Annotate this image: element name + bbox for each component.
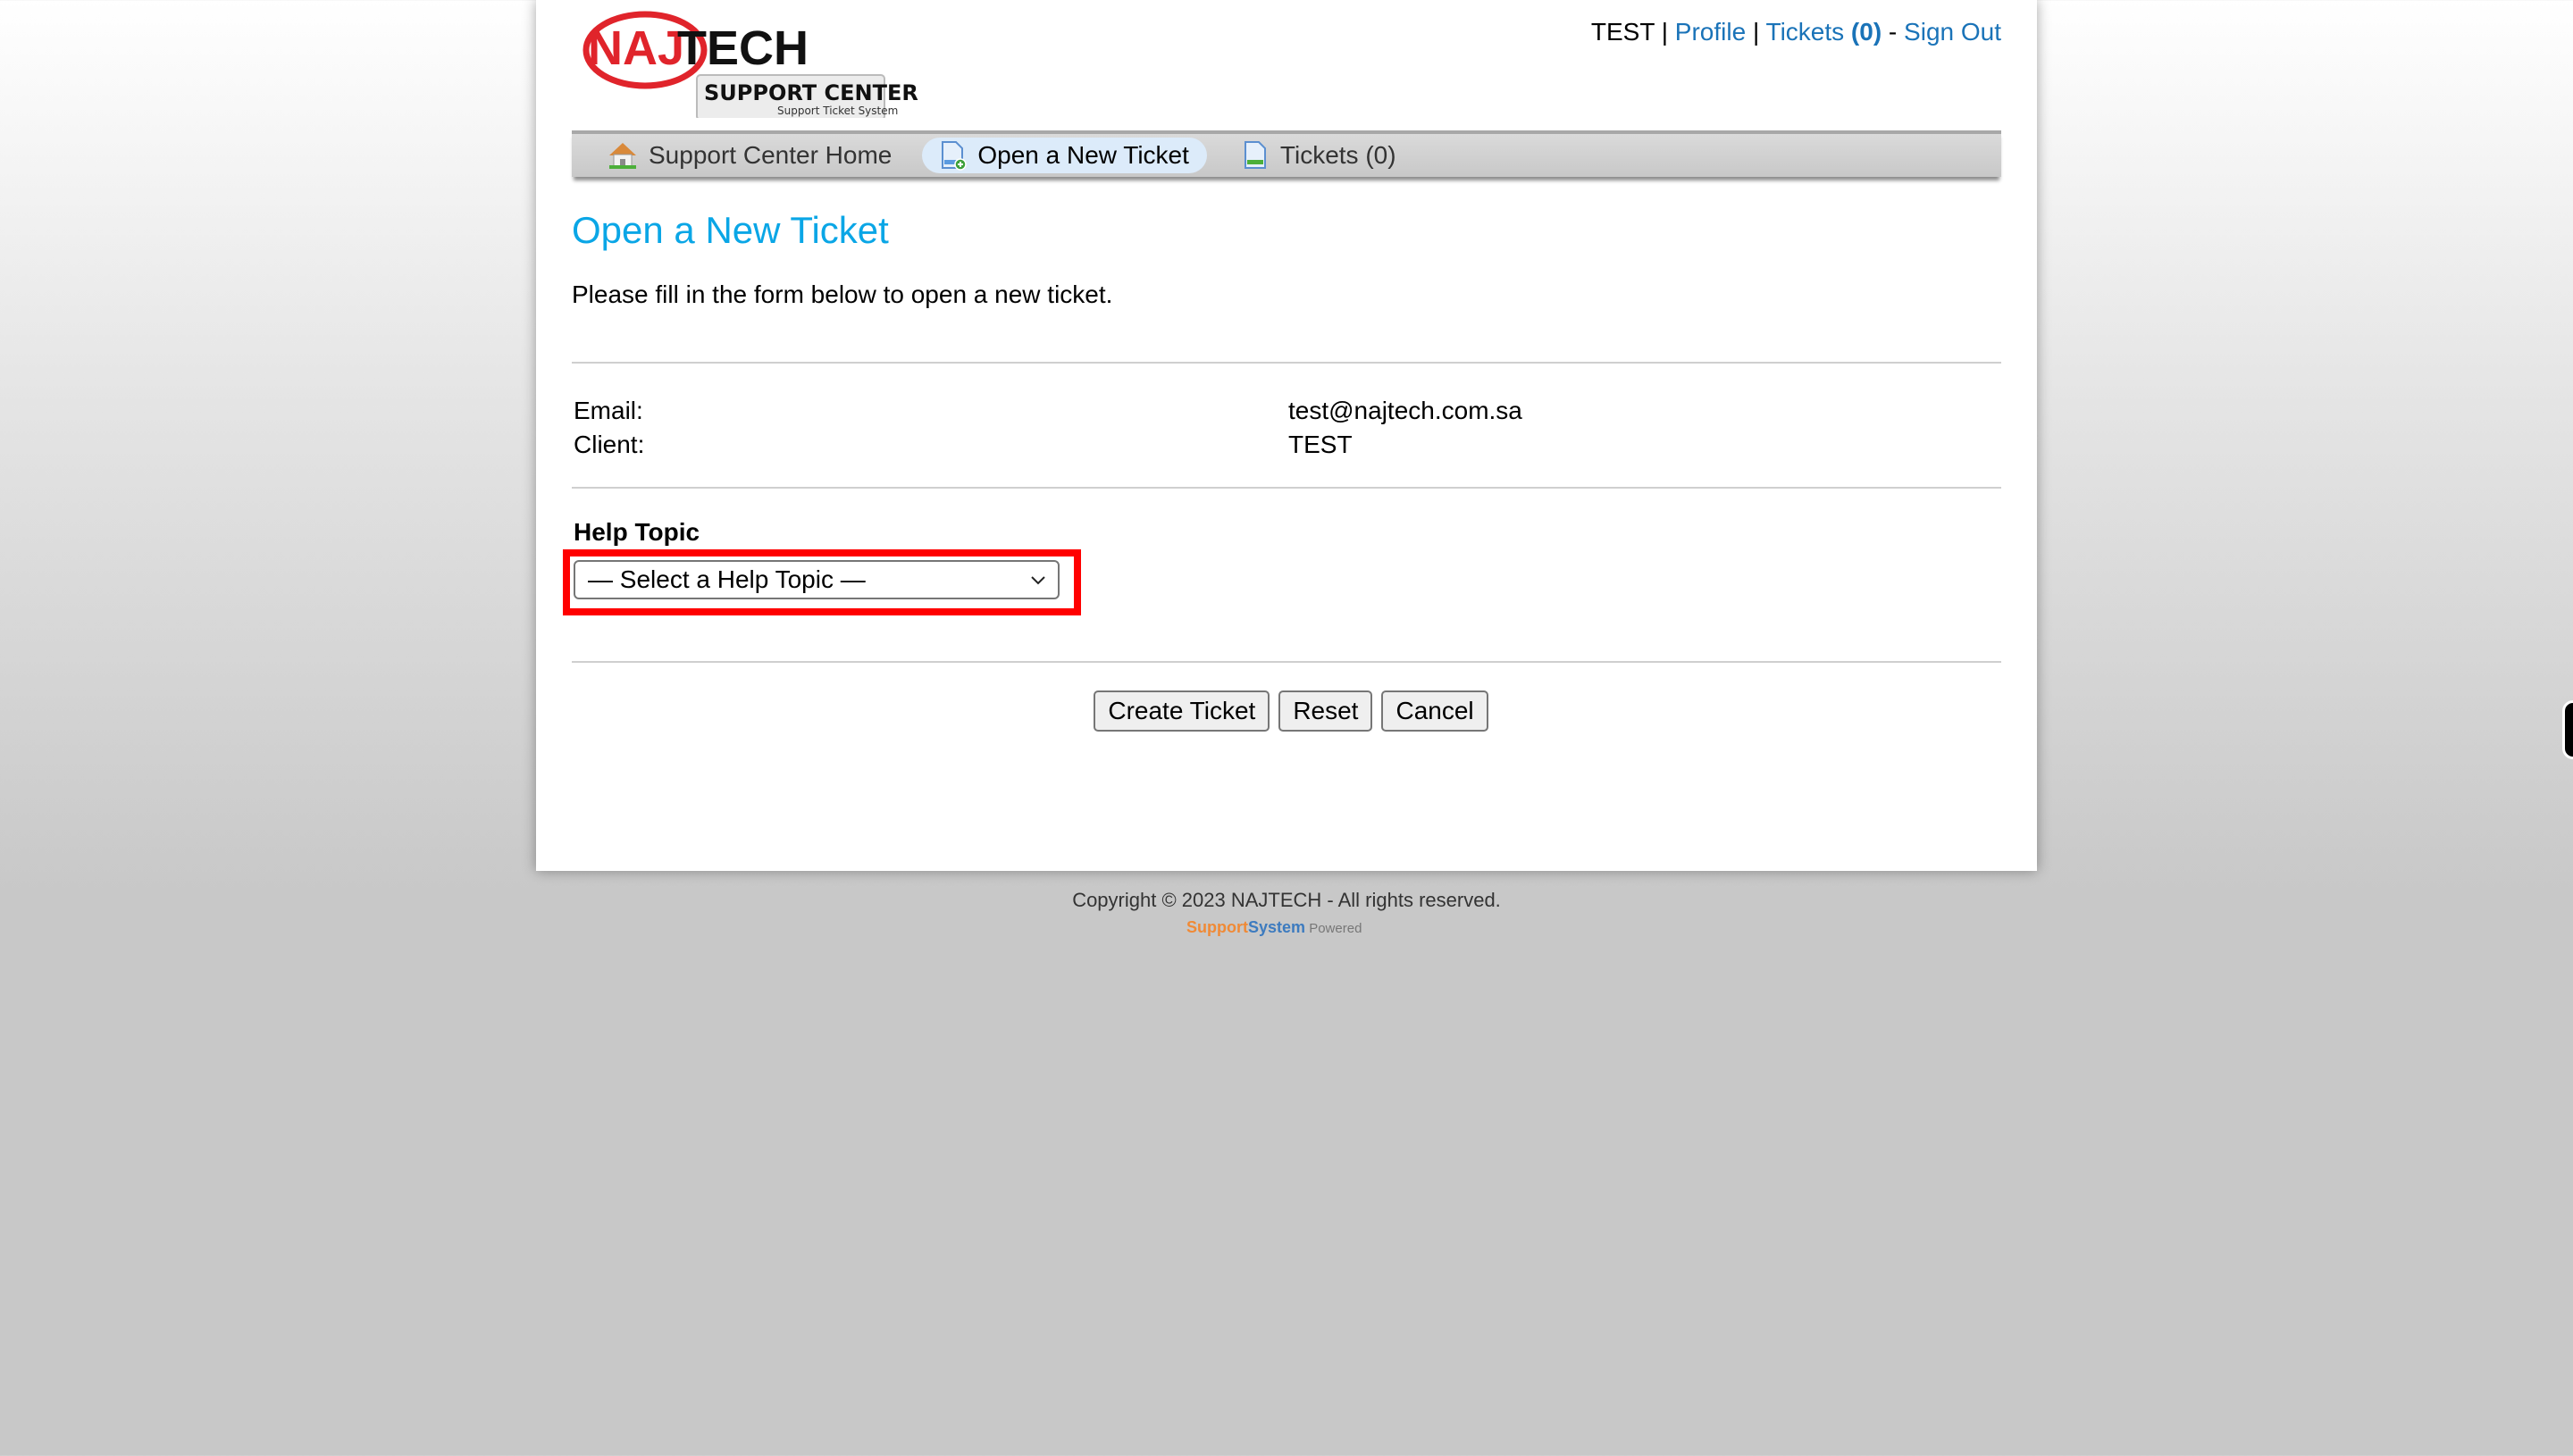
divider: [572, 487, 2001, 489]
nav-item-label: Open a New Ticket: [977, 141, 1189, 169]
tickets-link[interactable]: Tickets (0): [1766, 18, 1882, 46]
svg-text:SUPPORT CENTER: SUPPORT CENTER: [704, 80, 918, 105]
tickets-link-label: Tickets: [1765, 18, 1845, 46]
help-topic-label: Help Topic: [574, 518, 700, 546]
powered-part3: Powered: [1305, 921, 1362, 936]
chevron-down-icon: [1031, 576, 1045, 585]
divider: [572, 362, 2001, 364]
user-bar: TEST | Profile | Tickets (0) - Sign Out: [1591, 18, 2001, 46]
tickets-icon: [1244, 141, 1266, 169]
intro-text: Please fill in the form below to open a …: [572, 280, 1113, 308]
username: TEST: [1590, 18, 1655, 46]
powered-by-logo[interactable]: SupportSystem Powered: [1186, 918, 1362, 937]
email-label: Email:: [574, 397, 643, 424]
sign-out-link[interactable]: Sign Out: [1904, 18, 2001, 46]
svg-text:Support Ticket System: Support Ticket System: [777, 105, 898, 117]
reset-button[interactable]: Reset: [1278, 690, 1373, 732]
client-label: Client:: [574, 431, 645, 458]
nav-item-label: Support Center Home: [649, 141, 893, 169]
nav-item-home[interactable]: Support Center Home: [590, 138, 909, 173]
separator: |: [1746, 18, 1766, 46]
required-marker: *: [1074, 561, 1081, 581]
logo-graphic: NAJ TECH SUPPORT CENTER Support Ticket S…: [582, 11, 918, 121]
nav-item-label: Tickets (0): [1279, 141, 1396, 169]
najtech-logo[interactable]: NAJ TECH SUPPORT CENTER Support Ticket S…: [582, 5, 976, 121]
separator: -: [1882, 18, 1905, 46]
nav-item-open-ticket[interactable]: Open a New Ticket: [922, 138, 1207, 173]
page-title: Open a New Ticket: [572, 209, 889, 251]
powered-part2: System: [1248, 918, 1306, 936]
footer-copyright: Copyright © 2023 NAJTECH - All rights re…: [1072, 889, 1501, 911]
create-ticket-button[interactable]: Create Ticket: [1094, 690, 1270, 732]
separator: |: [1654, 18, 1675, 46]
page-container: NAJ TECH SUPPORT CENTER Support Ticket S…: [536, 0, 2037, 871]
main-nav: Support Center Home Open a New Ticket Ti…: [572, 130, 2001, 177]
help-topic-selected: — Select a Help Topic —: [588, 565, 866, 593]
email-value: test@najtech.com.sa: [1288, 397, 1522, 424]
tickets-count: (0): [1850, 18, 1882, 46]
form-buttons: Create Ticket Reset Cancel: [536, 690, 2037, 732]
svg-text:TECH: TECH: [677, 21, 809, 75]
logo-naj: NAJ: [588, 21, 684, 75]
powered-part1: Support: [1186, 918, 1248, 936]
help-topic-select[interactable]: — Select a Help Topic —: [574, 560, 1060, 599]
cancel-button[interactable]: Cancel: [1381, 690, 1488, 732]
nav-item-tickets[interactable]: Tickets (0): [1225, 138, 1414, 173]
home-icon: [609, 143, 636, 169]
profile-link[interactable]: Profile: [1675, 18, 1746, 46]
divider: [572, 661, 2001, 663]
new-ticket-icon: [942, 141, 968, 171]
side-handle[interactable]: [2562, 700, 2573, 759]
client-value: TEST: [1288, 431, 1353, 458]
